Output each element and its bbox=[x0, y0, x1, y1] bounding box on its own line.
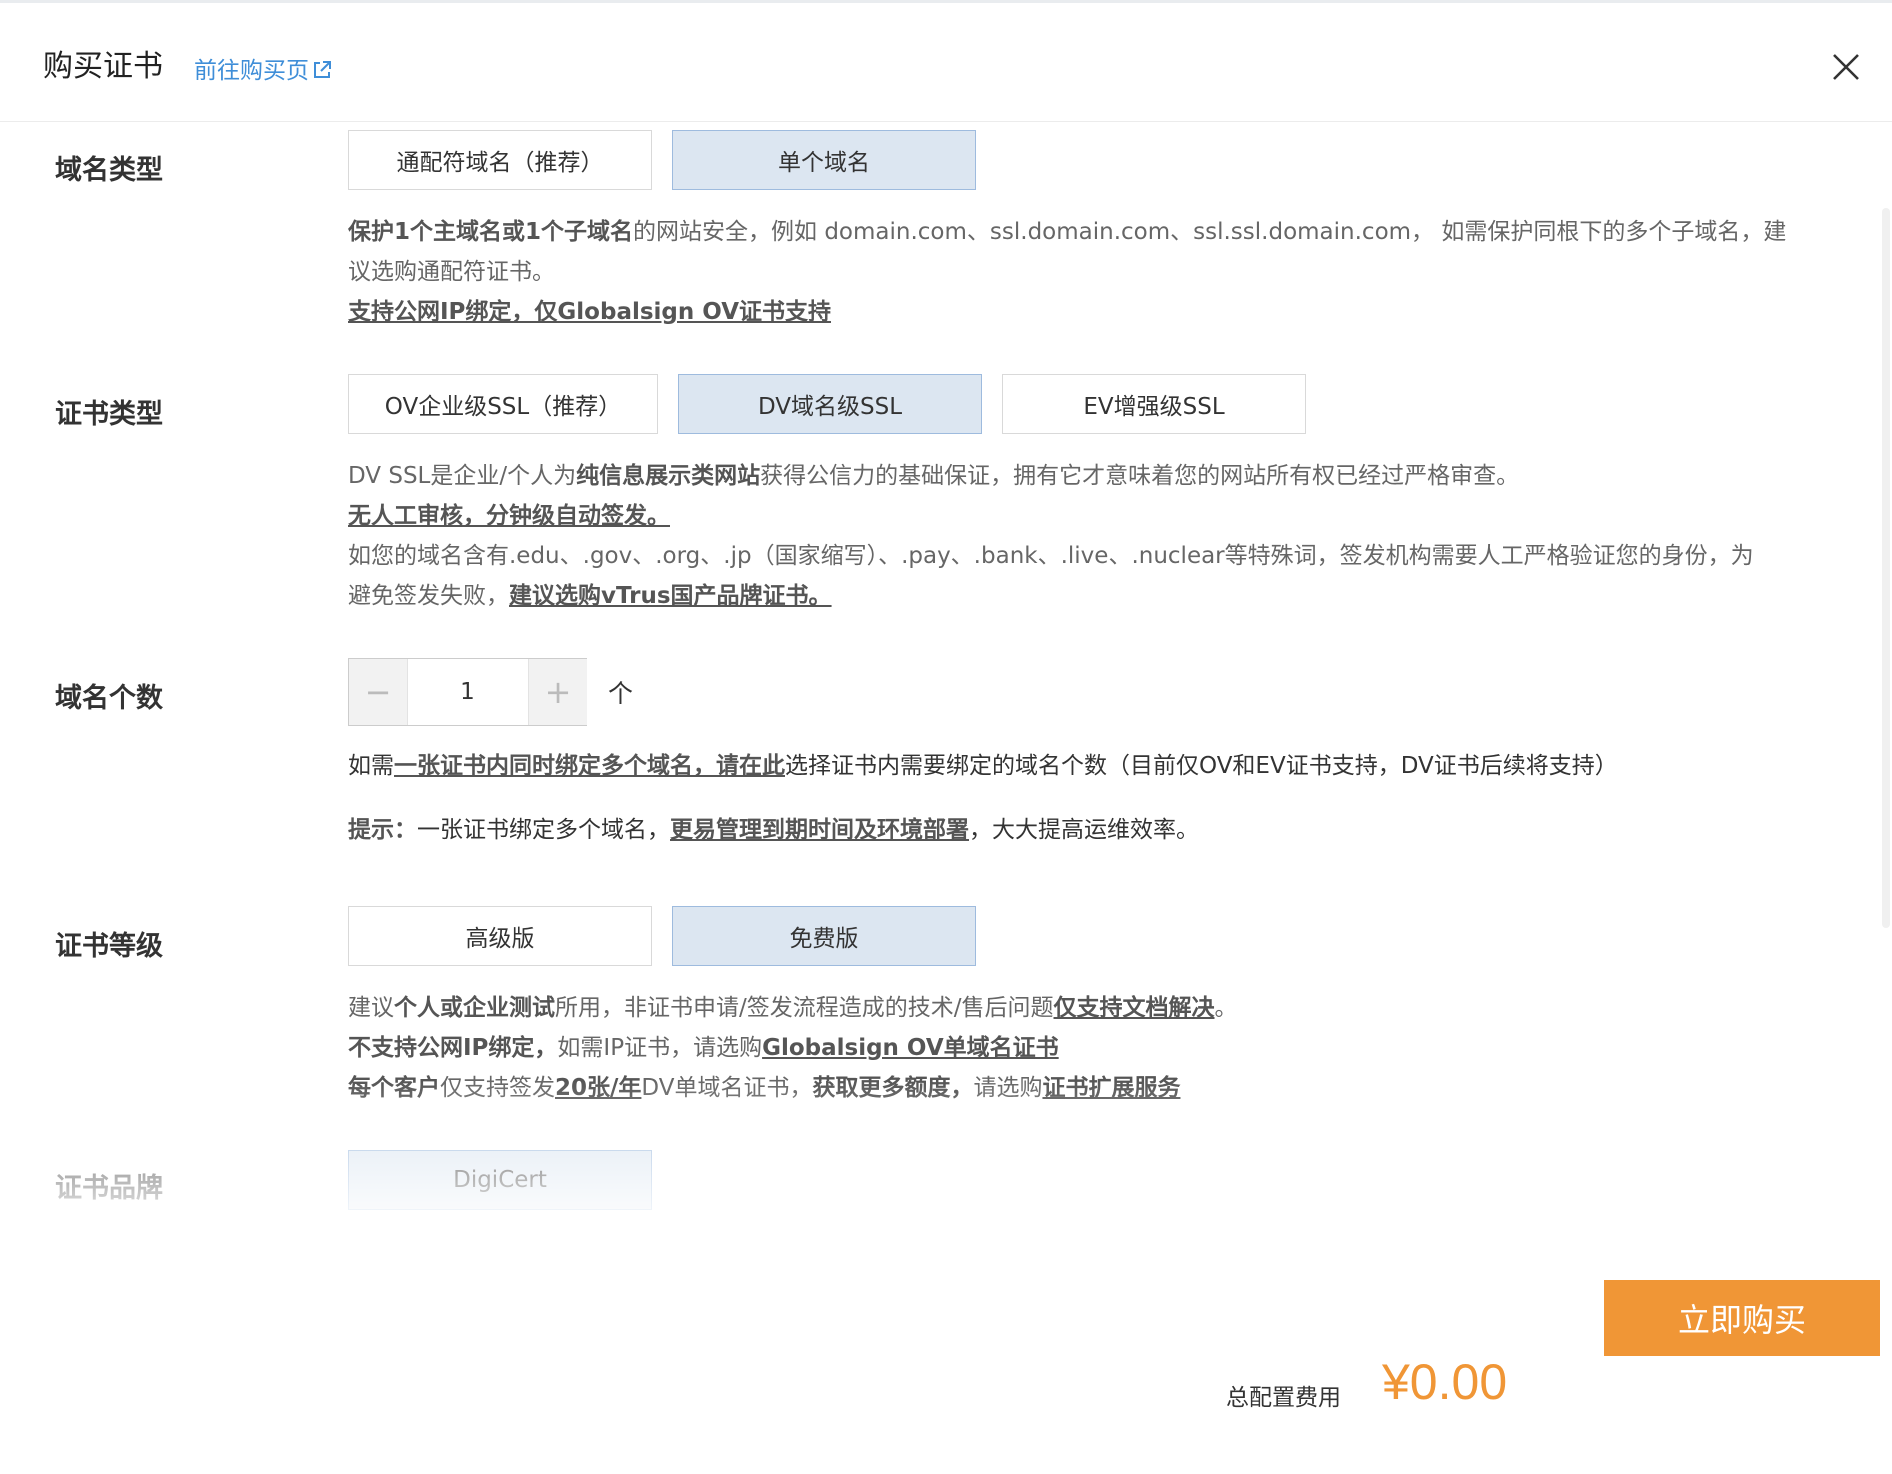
increment-button[interactable]: + bbox=[528, 659, 587, 725]
quota-link[interactable]: 20张/年 bbox=[555, 1075, 641, 1101]
desc-text: 议选购通配符证书。 bbox=[348, 259, 555, 285]
desc-bold: 个人或企业测试 bbox=[394, 995, 555, 1021]
cert-type-label: 证书类型 bbox=[55, 399, 163, 430]
cert-level-desc: 建议个人或企业测试所用，非证书申请/签发流程造成的技术/售后问题仅支持文档解决。… bbox=[348, 988, 1238, 1108]
desc-text: 仅支持签发 bbox=[440, 1075, 555, 1101]
close-icon[interactable] bbox=[1826, 47, 1866, 87]
desc-text: 如需IP证书，请选购 bbox=[557, 1035, 763, 1061]
domain-type-option-wildcard[interactable]: 通配符域名（推荐） bbox=[348, 130, 652, 190]
total-cost-label: 总配置费用 bbox=[1226, 1385, 1341, 1411]
desc-bold: 保护1个主域名或1个子域名 bbox=[348, 219, 634, 245]
desc-bold: 获取更多额度， bbox=[812, 1075, 974, 1101]
desc-text: 获得公信力的基础保证，拥有它才意味着您的网站所有权已经过严格审查。 bbox=[760, 463, 1520, 489]
buy-now-button[interactable]: 立即购买 bbox=[1604, 1280, 1880, 1356]
cert-brand-label: 证书品牌 bbox=[55, 1173, 163, 1204]
docs-only-link[interactable]: 仅支持文档解决 bbox=[1054, 995, 1215, 1021]
desc-text: 建议 bbox=[348, 995, 394, 1021]
tip-label: 提示： bbox=[348, 817, 417, 843]
decrement-button[interactable]: − bbox=[349, 659, 408, 725]
desc-text: DV SSL是企业/个人为 bbox=[348, 463, 577, 489]
desc-text: 。 bbox=[1214, 995, 1238, 1021]
desc-bold: 每个客户 bbox=[348, 1075, 440, 1101]
domain-count-label: 域名个数 bbox=[55, 683, 163, 714]
goto-purchase-link[interactable]: 前往购买页 bbox=[194, 51, 333, 85]
desc-bold: 纯信息展示类网站 bbox=[576, 463, 761, 489]
multi-domain-link[interactable]: 一张证书内同时绑定多个域名，请在此 bbox=[394, 753, 785, 779]
goto-purchase-link-label: 前往购买页 bbox=[194, 58, 309, 84]
cert-type-option-dv[interactable]: DV域名级SSL bbox=[678, 374, 982, 434]
domain-count-desc: 如需一张证书内同时绑定多个域名，请在此选择证书内需要绑定的域名个数（目前仅OV和… bbox=[348, 746, 1618, 786]
desc-text: 一张证书绑定多个域名， bbox=[417, 817, 670, 843]
domain-type-option-single[interactable]: 单个域名 bbox=[672, 130, 976, 190]
domain-type-desc: 保护1个主域名或1个子域名的网站安全，例如 domain.com、ssl.dom… bbox=[348, 212, 1786, 332]
extension-service-link[interactable]: 证书扩展服务 bbox=[1042, 1075, 1180, 1101]
desc-text: ，大大提高运维效率。 bbox=[969, 817, 1199, 843]
dialog-title: 购买证书 bbox=[43, 49, 163, 84]
desc-text: 选择证书内需要绑定的域名个数（目前仅OV和EV证书支持，DV证书后续将支持） bbox=[785, 753, 1618, 779]
domain-count-tip: 提示：一张证书绑定多个域名，更易管理到期时间及环境部署，大大提高运维效率。 bbox=[348, 810, 1199, 850]
desc-text: 所用，非证书申请/签发流程造成的技术/售后问题 bbox=[555, 995, 1054, 1021]
desc-text: 如需 bbox=[348, 753, 394, 779]
vtrus-link[interactable]: 建议选购vTrus国产品牌证书。 bbox=[509, 583, 832, 609]
domain-type-label: 域名类型 bbox=[55, 155, 163, 186]
desc-text: 避免签发失败， bbox=[348, 583, 509, 609]
cert-level-option-free[interactable]: 免费版 bbox=[672, 906, 976, 966]
cert-brand-option-digicert[interactable]: DigiCert bbox=[348, 1150, 652, 1210]
cert-level-label: 证书等级 bbox=[55, 931, 163, 962]
desc-bold: 不支持公网IP绑定， bbox=[348, 1035, 558, 1061]
desc-text: 的网站安全，例如 domain.com、ssl.domain.com、ssl.s… bbox=[633, 219, 1787, 245]
auto-issue-link[interactable]: 无人工审核，分钟级自动签发。 bbox=[348, 503, 670, 529]
dialog-header: 购买证书 前往购买页 bbox=[0, 3, 1892, 122]
cert-level-option-advanced[interactable]: 高级版 bbox=[348, 906, 652, 966]
desc-text: 请选购 bbox=[973, 1075, 1043, 1101]
public-ip-link[interactable]: 支持公网IP绑定，仅Globalsign OV证书支持 bbox=[348, 299, 831, 325]
desc-text: DV单域名证书， bbox=[641, 1075, 813, 1101]
dialog-footer: 立即购买 总配置费用 ¥0.00 bbox=[0, 1220, 1892, 1474]
cert-type-option-ev[interactable]: EV增强级SSL bbox=[1002, 374, 1306, 434]
external-link-icon bbox=[314, 61, 331, 78]
cert-type-option-ov[interactable]: OV企业级SSL（推荐） bbox=[348, 374, 658, 434]
cert-type-desc: DV SSL是企业/个人为纯信息展示类网站获得公信力的基础保证，拥有它才意味着您… bbox=[348, 456, 1754, 616]
scrollbar[interactable] bbox=[1882, 208, 1890, 928]
domain-count-value[interactable]: 1 bbox=[407, 659, 528, 725]
globalsign-ov-link[interactable]: Globalsign OV单域名证书 bbox=[762, 1035, 1059, 1061]
total-cost-value: ¥0.00 bbox=[1382, 1354, 1508, 1410]
easy-manage-link[interactable]: 更易管理到期时间及环境部署 bbox=[670, 817, 969, 843]
domain-count-unit: 个 bbox=[608, 679, 634, 708]
desc-text: 如您的域名含有.edu、.gov、.org、.jp（国家缩写）、.pay、.ba… bbox=[348, 543, 1754, 569]
domain-count-stepper: − 1 + bbox=[348, 658, 587, 726]
dialog-body: 域名类型 通配符域名（推荐） 单个域名 保护1个主域名或1个子域名的网站安全，例… bbox=[0, 122, 1880, 1220]
